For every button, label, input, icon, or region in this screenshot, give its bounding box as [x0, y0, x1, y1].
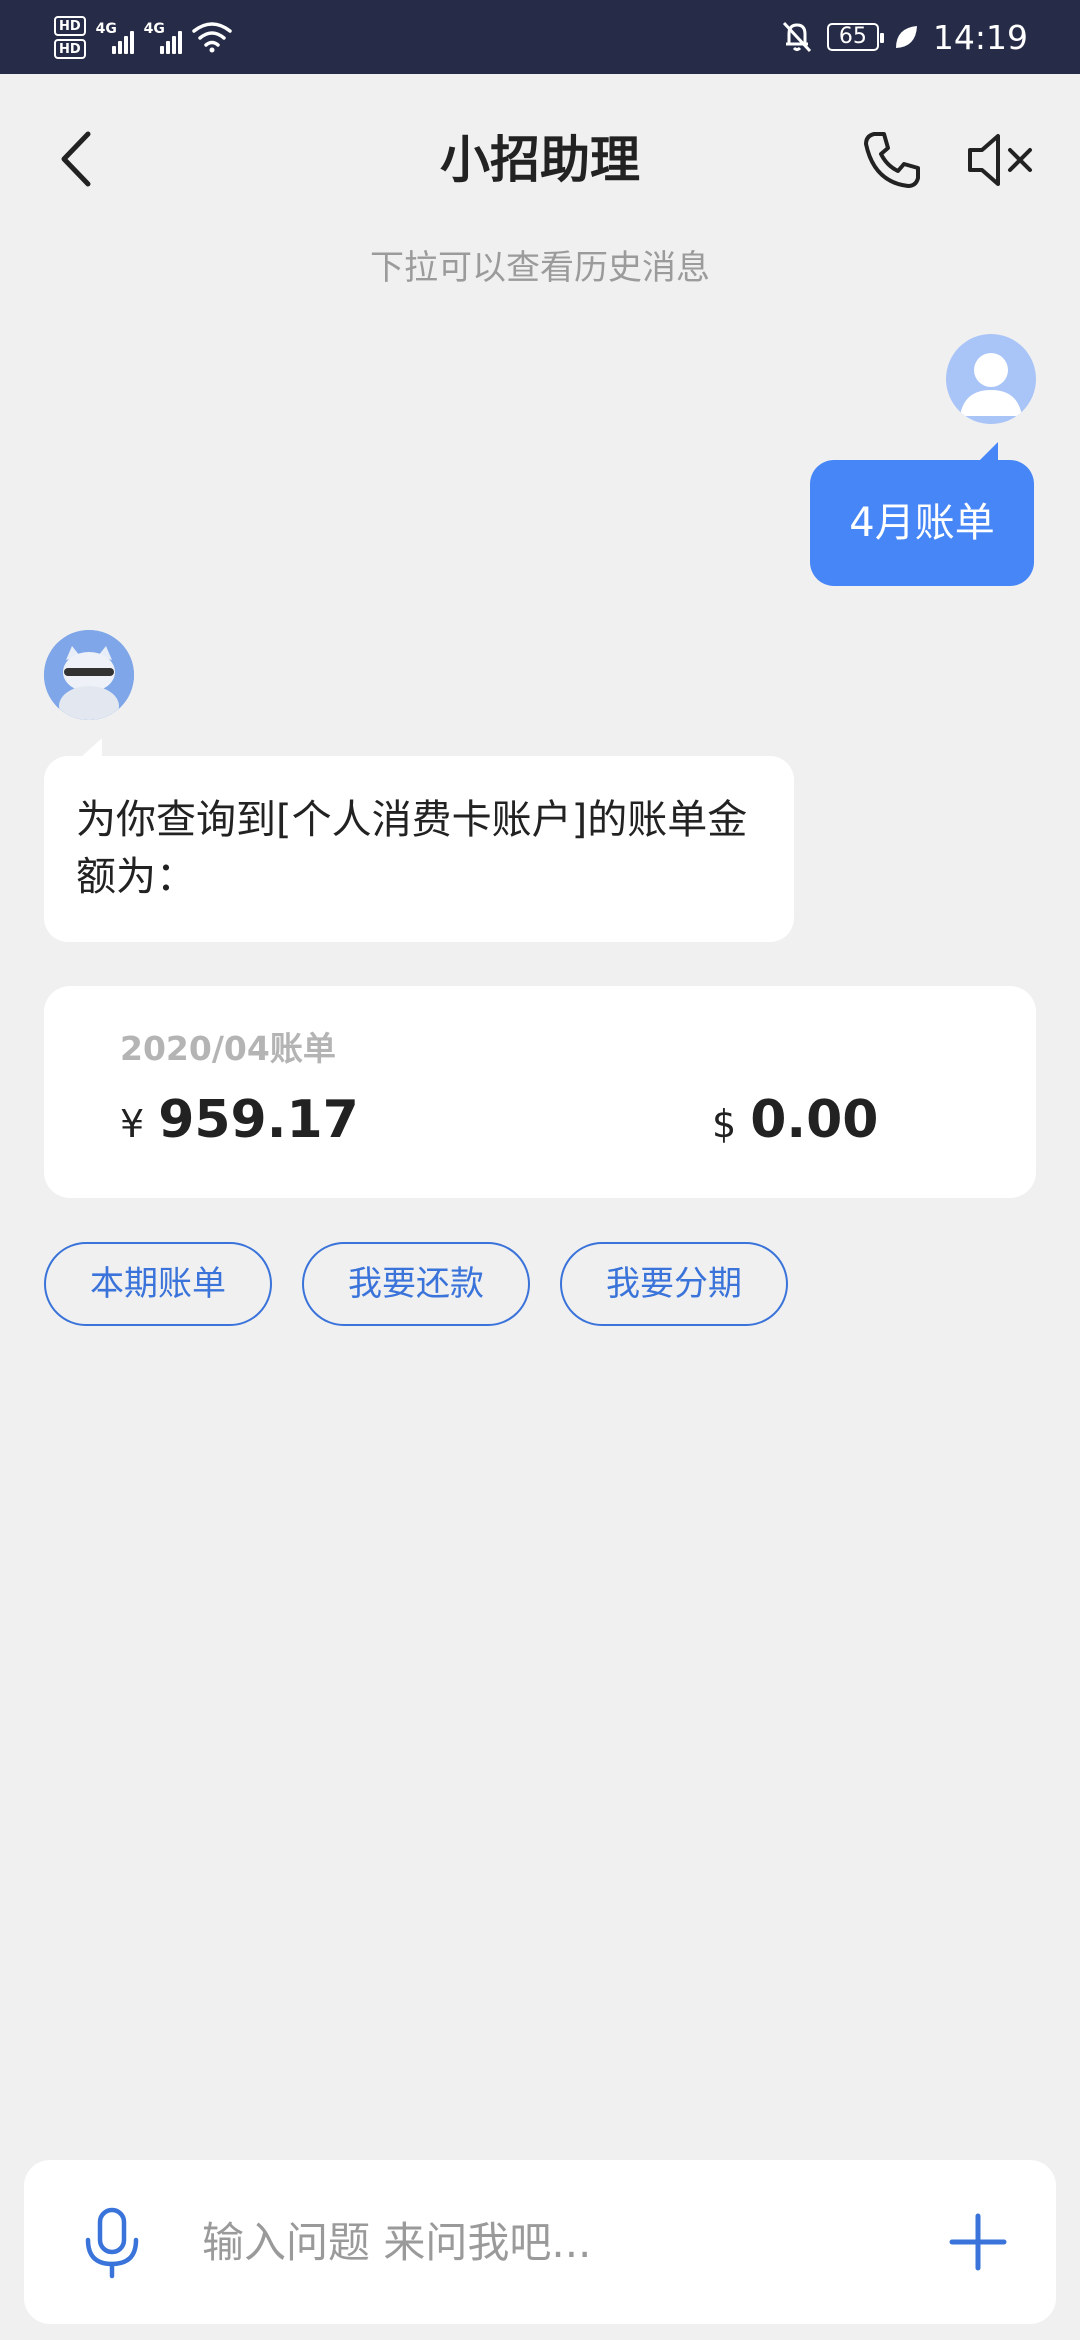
signal-2: 4G — [144, 21, 182, 54]
hd-badge: HD — [54, 15, 86, 36]
battery-level: 65 — [838, 24, 867, 49]
signal-bar — [129, 30, 134, 54]
silent-bell-icon — [782, 21, 811, 53]
signal-bar — [111, 45, 116, 54]
bill-card[interactable]: 2020/04账单 ¥ 959.17 $ 0.00 — [44, 986, 1036, 1198]
cny-amount: ¥ 959.17 — [120, 1090, 359, 1150]
network-type-label: 4G — [143, 20, 165, 37]
robot-cat-icon — [44, 630, 134, 720]
clock: 14:19 — [932, 17, 1028, 57]
battery-indicator: 65 — [826, 23, 884, 51]
signal-1: 4G — [96, 21, 134, 54]
status-right: 65 14:19 — [781, 12, 1028, 62]
mic-icon[interactable] — [74, 2204, 150, 2280]
status-bar: HD HD 4G 4G 65 14:19 — [0, 0, 1080, 74]
user-silhouette-icon — [960, 353, 1022, 416]
chip-installment[interactable]: 我要分期 — [560, 1242, 788, 1326]
chip-current-bill[interactable]: 本期账单 — [44, 1242, 272, 1326]
bot-message-text: 为你查询到[个人消费卡账户]的账单金额为： — [76, 797, 748, 900]
user-message-bubble: 4月账单 — [810, 460, 1034, 586]
bot-message-bubble: 为你查询到[个人消费卡账户]的账单金额为： — [44, 756, 794, 942]
usd-amount: $ 0.00 — [712, 1090, 879, 1150]
bill-period: 2020/04账单 — [120, 1029, 336, 1068]
hd-badge: HD — [54, 38, 86, 59]
mute-icon[interactable] — [966, 130, 1036, 190]
signal-bar — [123, 35, 128, 54]
hd-badges: HD HD — [54, 15, 86, 59]
network-type-label: 4G — [95, 20, 117, 37]
user-avatar[interactable] — [946, 334, 1036, 424]
phone-icon[interactable] — [860, 128, 924, 192]
usd-value: 0.00 — [750, 1090, 879, 1150]
signal-bar — [117, 40, 122, 54]
leaf-icon — [895, 26, 917, 48]
signal-bar — [171, 35, 176, 54]
cny-symbol: ¥ — [120, 1102, 145, 1146]
chip-repay[interactable]: 我要还款 — [302, 1242, 530, 1326]
bot-avatar[interactable] — [44, 630, 134, 720]
signal-bar — [177, 30, 182, 54]
wifi-icon — [191, 22, 232, 53]
status-left: HD HD 4G 4G — [54, 12, 232, 62]
usd-symbol: $ — [712, 1102, 737, 1146]
signal-bar — [159, 45, 164, 54]
question-input[interactable] — [200, 2200, 920, 2284]
input-bar — [24, 2160, 1056, 2324]
history-hint: 下拉可以查看历史消息 — [370, 248, 710, 288]
quick-replies: 本期账单 我要还款 我要分期 — [44, 1242, 788, 1326]
cny-value: 959.17 — [158, 1090, 359, 1150]
plus-icon[interactable] — [944, 2208, 1012, 2276]
nav-bar: 小招助理 — [0, 74, 1080, 246]
user-message-text: 4月账单 — [849, 500, 995, 546]
signal-bar — [165, 40, 170, 54]
